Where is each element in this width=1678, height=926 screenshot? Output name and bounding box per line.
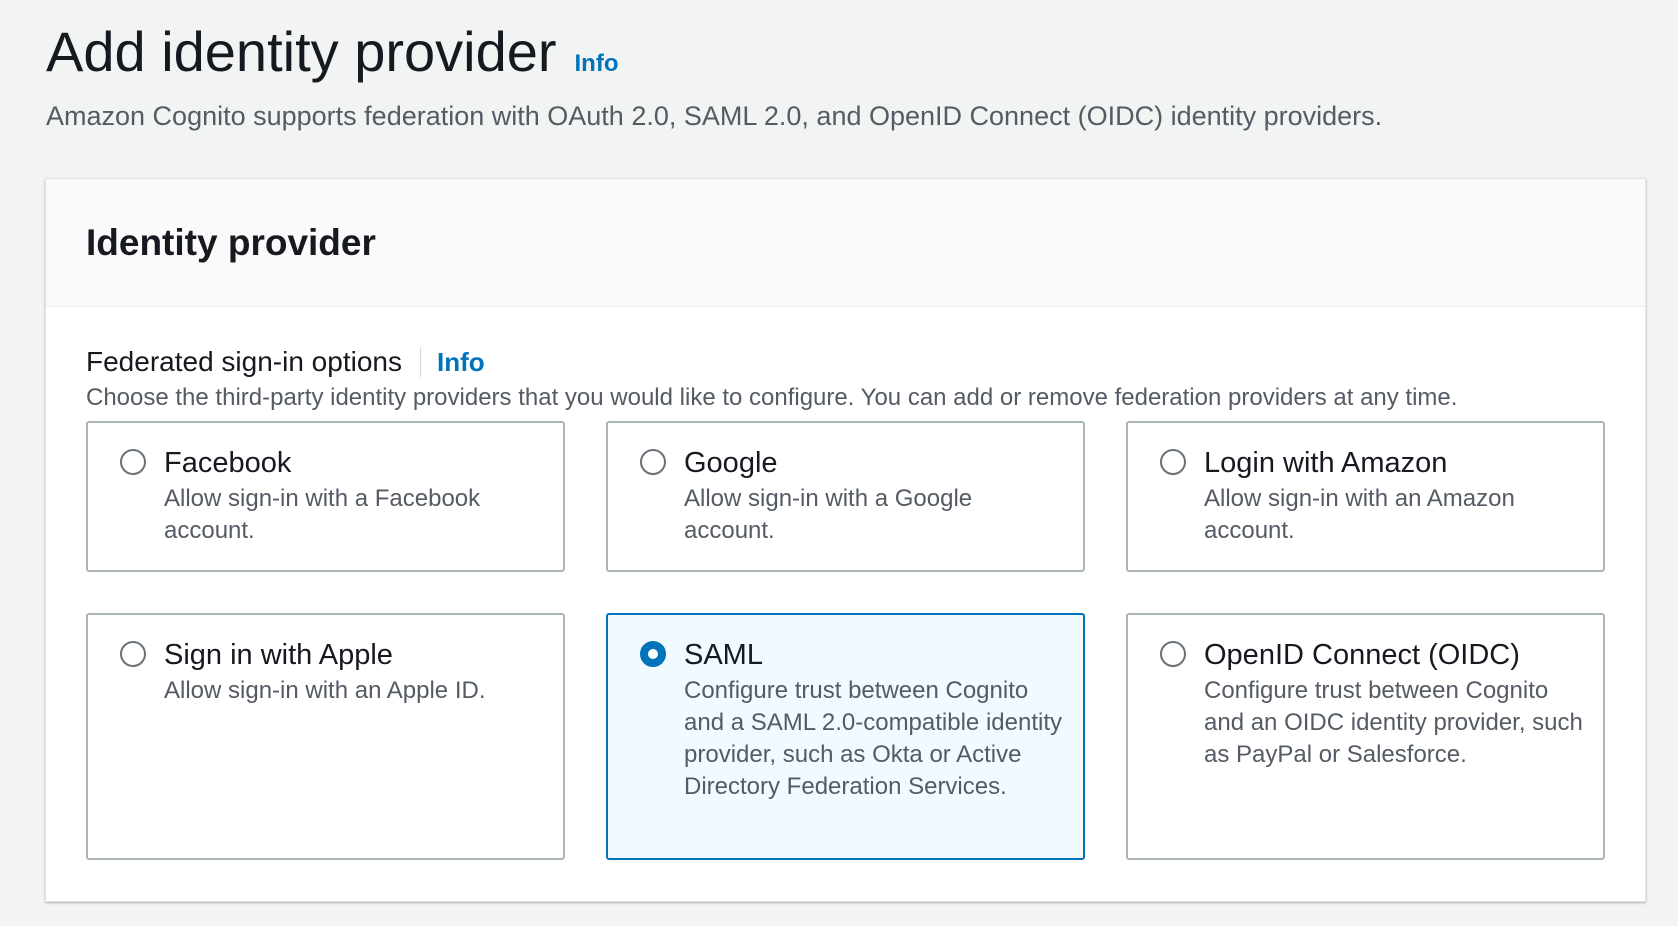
federated-sign-in-description: Choose the third-party identity provider… xyxy=(86,384,1458,411)
panel-body: Federated sign-in options Info Choose th… xyxy=(46,307,1645,860)
tile-text: Google Allow sign-in with a Google accou… xyxy=(684,445,1063,547)
tile-title: SAML xyxy=(684,639,763,671)
label-divider xyxy=(419,347,421,377)
tile-description: Configure trust between Cognito and an O… xyxy=(1204,677,1583,768)
page-description: Amazon Cognito supports federation with … xyxy=(46,101,1383,131)
page-title: Add identity provider xyxy=(46,20,557,83)
option-tile-google[interactable]: Google Allow sign-in with a Google accou… xyxy=(606,421,1085,572)
tile-description: Allow sign-in with a Facebook account. xyxy=(164,485,481,544)
tile-text: OpenID Connect (OIDC) Configure trust be… xyxy=(1204,637,1583,771)
option-tile-login-with-amazon[interactable]: Login with Amazon Allow sign-in with an … xyxy=(1126,421,1605,572)
tile-description: Allow sign-in with an Apple ID. xyxy=(164,677,486,704)
tile-text: SAML Configure trust between Cognito and… xyxy=(684,637,1063,803)
radio-login-with-amazon[interactable] xyxy=(1160,449,1186,475)
tile-text: Login with Amazon Allow sign-in with an … xyxy=(1204,445,1583,547)
option-tile-sign-in-with-apple[interactable]: Sign in with Apple Allow sign-in with an… xyxy=(86,613,565,860)
page-info-link[interactable]: Info xyxy=(575,50,619,78)
option-tile-saml[interactable]: SAML Configure trust between Cognito and… xyxy=(606,613,1085,860)
tile-title: Login with Amazon xyxy=(1204,447,1448,479)
tile-title: Sign in with Apple xyxy=(164,639,393,671)
identity-provider-panel: Identity provider Federated sign-in opti… xyxy=(45,178,1646,902)
radio-sign-in-with-apple[interactable] xyxy=(120,641,146,667)
tile-description: Allow sign-in with an Amazon account. xyxy=(1204,485,1515,544)
tile-description: Allow sign-in with a Google account. xyxy=(684,485,973,544)
option-tile-facebook[interactable]: Facebook Allow sign-in with a Facebook a… xyxy=(86,421,565,572)
tile-text: Facebook Allow sign-in with a Facebook a… xyxy=(164,445,543,547)
option-tile-openid-connect[interactable]: OpenID Connect (OIDC) Configure trust be… xyxy=(1126,613,1605,860)
page-header: Add identity provider Info Amazon Cognit… xyxy=(46,18,1638,134)
panel-header: Identity provider xyxy=(46,179,1645,307)
tile-description: Configure trust between Cognito and a SA… xyxy=(684,677,1062,800)
radio-google[interactable] xyxy=(640,449,666,475)
tile-title: Google xyxy=(684,447,778,479)
provider-options: Facebook Allow sign-in with a Facebook a… xyxy=(86,421,1605,860)
radio-openid-connect[interactable] xyxy=(1160,641,1186,667)
federated-sign-in-info-link[interactable]: Info xyxy=(437,347,485,378)
panel-title: Identity provider xyxy=(86,221,376,263)
radio-saml[interactable] xyxy=(640,641,666,667)
field-label-row: Federated sign-in options Info xyxy=(86,343,1605,381)
title-row: Add identity provider Info xyxy=(46,18,1638,86)
federated-sign-in-label: Federated sign-in options xyxy=(86,346,402,377)
radio-facebook[interactable] xyxy=(120,449,146,475)
tile-title: OpenID Connect (OIDC) xyxy=(1204,639,1520,671)
tile-text: Sign in with Apple Allow sign-in with an… xyxy=(164,637,543,707)
tile-title: Facebook xyxy=(164,447,292,479)
